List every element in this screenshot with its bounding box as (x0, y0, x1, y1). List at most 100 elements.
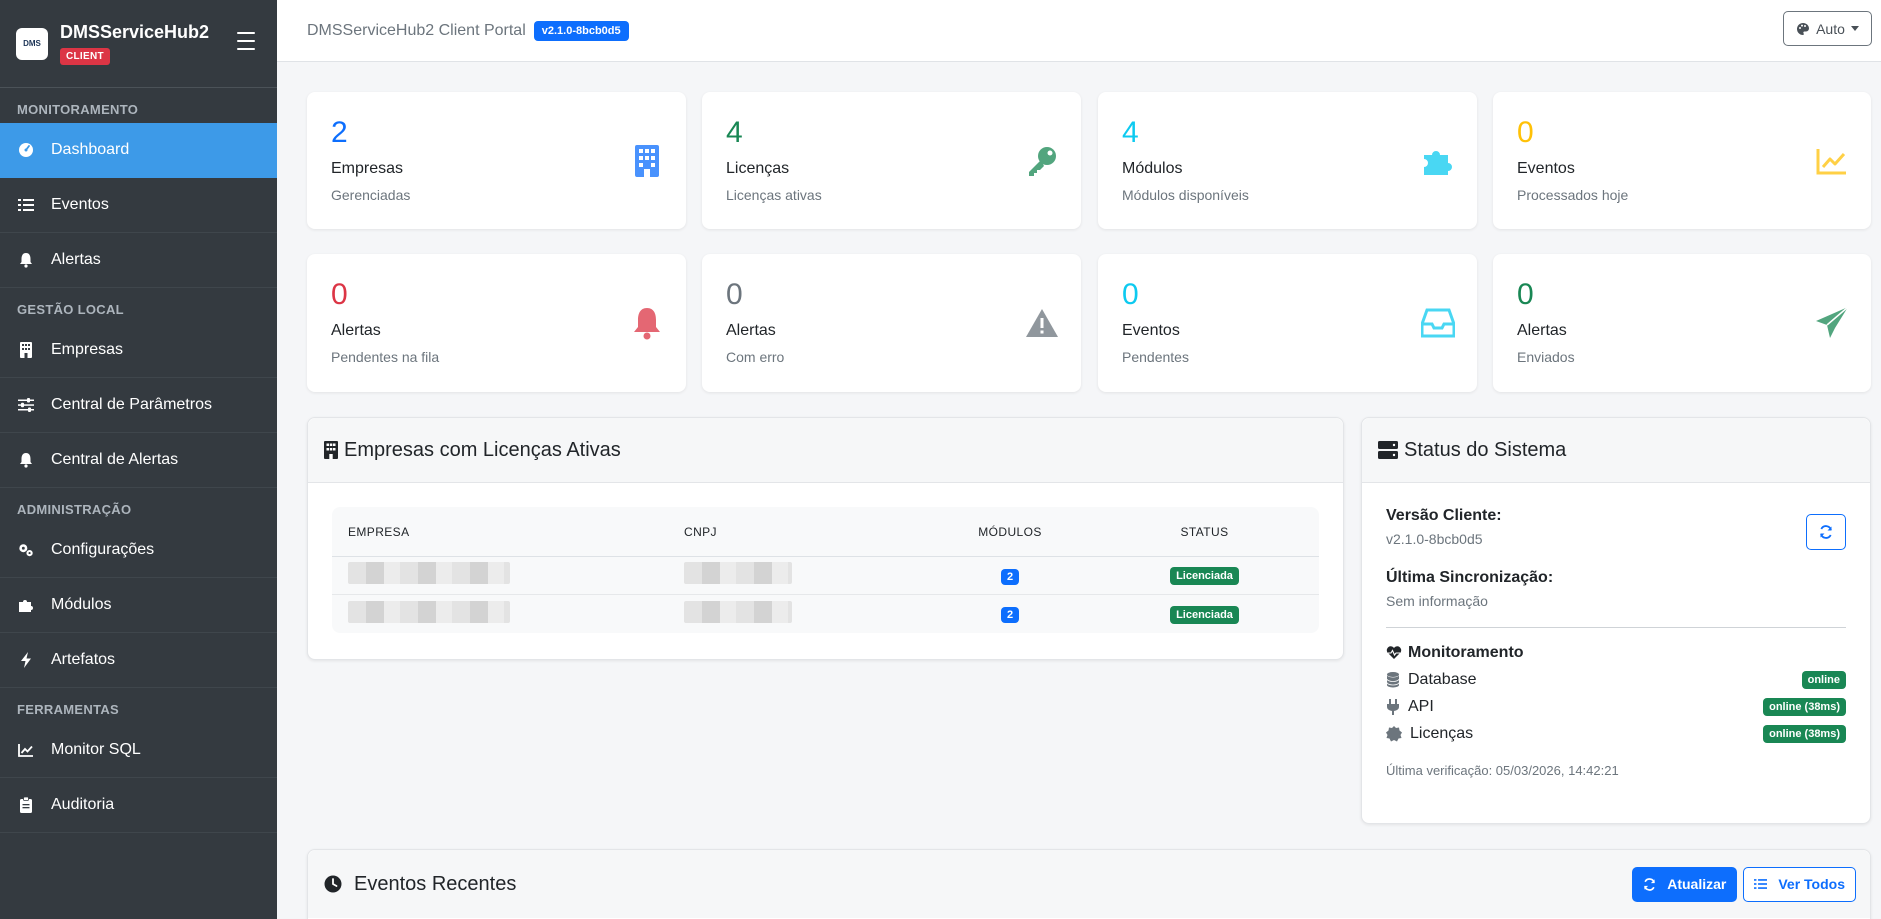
sidebar-item-monitor-sql[interactable]: Monitor SQL (0, 723, 277, 778)
portal-title: DMSServiceHub2 Client Portal (307, 21, 526, 39)
stat-value: 0 (1122, 278, 1139, 311)
sidebar-item-label: Empresas (51, 341, 124, 358)
version-badge: v2.1.0-8bcb0d5 (533, 20, 629, 41)
table-row[interactable]: 2 Licenciada (332, 595, 1319, 633)
stat-label: Alertas (1517, 322, 1567, 339)
redacted-company-name (348, 562, 510, 584)
system-status-header: Status do Sistema (1362, 418, 1870, 483)
chart-line-icon (1815, 144, 1849, 178)
service-status-badge: online (1801, 671, 1846, 689)
theme-selector-button[interactable]: Auto (1783, 11, 1872, 46)
stat-card-modulos: 4 Módulos Módulos disponíveis (1098, 92, 1477, 229)
view-all-events-button[interactable]: Ver Todos (1743, 866, 1856, 902)
refresh-events-button[interactable]: Atualizar (1632, 866, 1738, 902)
stat-label: Eventos (1517, 160, 1575, 177)
stat-card-eventos-hoje: 0 Eventos Processados hoje (1493, 92, 1871, 229)
sidebar-item-alertas[interactable]: Alertas (0, 233, 277, 288)
stat-label: Eventos (1122, 322, 1180, 339)
sidebar-item-dashboard[interactable]: Dashboard (0, 123, 277, 178)
sidebar-item-label: Monitor SQL (51, 741, 141, 758)
warning-icon (1025, 306, 1059, 340)
last-sync-label: Última Sincronização: (1386, 569, 1554, 586)
server-icon (1378, 441, 1398, 459)
stat-card-licencas: 4 Licenças Licenças ativas (702, 92, 1081, 229)
service-row-api: API online (38ms) (1386, 698, 1846, 716)
companies-table: EMPRESA CNPJ MÓDULOS STATUS 2 Licenciada… (332, 507, 1319, 633)
sidebar-item-artefatos[interactable]: Artefatos (0, 633, 277, 688)
stat-value: 0 (331, 278, 348, 311)
stat-label: Alertas (331, 322, 381, 339)
table-header: EMPRESA CNPJ MÓDULOS STATUS (332, 507, 1319, 557)
sidebar-item-empresas[interactable]: Empresas (0, 323, 277, 378)
stat-value: 4 (1122, 116, 1139, 149)
col-empresa[interactable]: EMPRESA (332, 525, 680, 539)
stat-sub: Módulos disponíveis (1122, 187, 1249, 203)
sidebar-item-label: Módulos (51, 596, 112, 613)
chevron-down-icon (1850, 26, 1859, 31)
sidebar-item-modulos[interactable]: Módulos (0, 578, 277, 633)
refresh-icon (1644, 877, 1656, 891)
sliders-icon (18, 397, 34, 413)
stat-label: Alertas (726, 322, 776, 339)
building-icon (324, 441, 338, 459)
sidebar-item-central-alertas[interactable]: Central de Alertas (0, 433, 277, 488)
topbar: DMSServiceHub2 Client Portal v2.1.0-8bcb… (277, 0, 1881, 62)
bell-icon (18, 452, 34, 468)
redacted-cnpj (684, 600, 792, 623)
sidebar-item-eventos[interactable]: Eventos (0, 178, 277, 233)
col-status[interactable]: STATUS (1090, 525, 1319, 539)
stat-card-eventos-pendentes: 0 Eventos Pendentes (1098, 254, 1477, 392)
bolt-icon (18, 652, 34, 668)
companies-panel-title: Empresas com Licenças Ativas (344, 438, 621, 461)
heart-pulse-icon (1386, 646, 1402, 659)
clipboard-icon (18, 797, 34, 813)
sidebar-item-configuracoes[interactable]: Configurações (0, 523, 277, 578)
stat-value: 0 (1517, 116, 1534, 149)
redacted-cnpj (684, 562, 792, 584)
stat-value: 0 (726, 278, 743, 311)
client-badge: CLIENT (60, 48, 110, 65)
sidebar-item-label: Dashboard (51, 141, 130, 158)
bell-icon (18, 252, 34, 268)
col-cnpj[interactable]: CNPJ (680, 525, 930, 539)
palette-icon (1797, 22, 1810, 35)
refresh-status-button[interactable] (1806, 514, 1846, 550)
refresh-events-label: Atualizar (1667, 876, 1727, 892)
building-icon (630, 144, 664, 178)
stat-label: Módulos (1122, 160, 1183, 177)
sidebar-item-label: Eventos (51, 196, 109, 213)
database-icon (1386, 672, 1400, 688)
recent-events-header: Eventos Recentes Atualizar Ver Todos (308, 850, 1870, 918)
service-name: Licenças (1410, 725, 1474, 742)
companies-panel: Empresas com Licenças Ativas EMPRESA CNP… (307, 417, 1344, 660)
gears-icon (18, 542, 34, 558)
table-row[interactable]: 2 Licenciada (332, 557, 1319, 595)
stat-card-alertas-erro: 0 Alertas Com erro (702, 254, 1081, 392)
system-status-panel: Status do Sistema Versão Cliente: v2.1.0… (1361, 417, 1871, 824)
monitoring-title-text: Monitoramento (1408, 644, 1524, 661)
stat-sub: Processados hoje (1517, 187, 1629, 203)
building-icon (18, 342, 34, 358)
gauge-icon (18, 142, 34, 158)
stat-value: 0 (1517, 278, 1534, 311)
last-sync-value: Sem informação (1386, 593, 1488, 609)
nav-section-title: MONITORAMENTO (17, 102, 139, 117)
stat-label: Licenças (726, 160, 790, 177)
menu-toggle-icon[interactable] (237, 32, 255, 50)
redacted-company-name (348, 600, 510, 623)
puzzle-icon (18, 597, 34, 613)
key-icon (1025, 144, 1059, 178)
sidebar-item-label: Configurações (51, 541, 155, 558)
sidebar-item-central-parametros[interactable]: Central de Parâmetros (0, 378, 277, 433)
list-icon (1754, 879, 1768, 889)
theme-label: Auto (1816, 20, 1845, 37)
stat-sub: Pendentes na fila (331, 349, 440, 365)
chart-line-icon (18, 742, 34, 758)
sidebar-item-label: Central de Parâmetros (51, 396, 212, 413)
sidebar-item-label: Auditoria (51, 796, 115, 813)
col-modulos[interactable]: MÓDULOS (930, 525, 1090, 539)
sidebar-item-auditoria[interactable]: Auditoria (0, 778, 277, 833)
view-all-events-label: Ver Todos (1778, 876, 1845, 892)
nav-section-title: FERRAMENTAS (17, 702, 119, 717)
paper-plane-icon (1815, 306, 1849, 340)
